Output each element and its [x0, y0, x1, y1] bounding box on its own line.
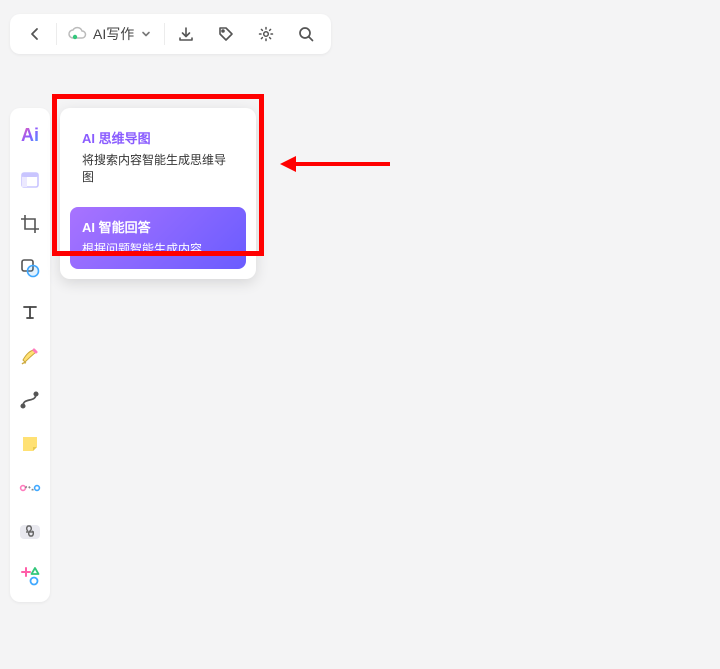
chevron-down-icon: [140, 28, 152, 40]
shape-tool[interactable]: [13, 248, 47, 288]
ai-mindmap-card[interactable]: AI 思维导图 将搜索内容智能生成思维导图: [70, 118, 246, 197]
annotation-arrow-icon: [280, 154, 390, 174]
curve-tool[interactable]: [13, 380, 47, 420]
sticky-note-icon: [19, 433, 41, 455]
frame-tool[interactable]: [13, 160, 47, 200]
connector-icon: [18, 478, 42, 498]
ai-panel: AI 思维导图 将搜索内容智能生成思维导图 AI 智能回答 根据问题智能生成内容: [60, 108, 256, 279]
cloud-sync-icon: [67, 26, 87, 42]
ai-write-label: AI写作: [93, 24, 134, 44]
more-shapes-tool[interactable]: [13, 556, 47, 596]
ai-mindmap-desc: 将搜索内容智能生成思维导图: [82, 151, 234, 185]
connector-tool[interactable]: [13, 468, 47, 508]
crop-tool[interactable]: [13, 204, 47, 244]
tag-button[interactable]: [207, 15, 245, 53]
pen-icon: [19, 345, 41, 367]
note-tool[interactable]: [13, 424, 47, 464]
ai-mindmap-title: AI 思维导图: [82, 128, 234, 147]
tool-sidebar: Ai: [10, 108, 50, 602]
gear-icon: [257, 25, 275, 43]
shape-combine-icon: [19, 257, 41, 279]
toolbar-divider: [164, 23, 165, 45]
back-icon: [27, 26, 43, 42]
back-button[interactable]: [16, 15, 54, 53]
search-button[interactable]: [287, 15, 325, 53]
ai-icon: Ai: [21, 125, 39, 146]
ai-tool[interactable]: Ai: [13, 114, 47, 156]
search-icon: [297, 25, 315, 43]
ai-answer-title: AI 智能回答: [82, 217, 234, 236]
ai-answer-card[interactable]: AI 智能回答 根据问题智能生成内容: [70, 207, 246, 269]
download-icon: [177, 25, 195, 43]
pen-tool[interactable]: [13, 336, 47, 376]
text-icon: [20, 302, 40, 322]
ai-answer-desc: 根据问题智能生成内容: [82, 240, 234, 257]
ai-write-dropdown[interactable]: AI写作: [59, 15, 162, 53]
top-toolbar: AI写作: [10, 14, 331, 54]
settings-button[interactable]: [247, 15, 285, 53]
more-shapes-icon: [19, 565, 41, 587]
crop-icon: [19, 213, 41, 235]
link-icon: [18, 523, 42, 541]
link-tool[interactable]: [13, 512, 47, 552]
toolbar-divider: [56, 23, 57, 45]
frame-icon: [19, 169, 41, 191]
text-tool[interactable]: [13, 292, 47, 332]
download-button[interactable]: [167, 15, 205, 53]
curve-icon: [19, 389, 41, 411]
tag-icon: [217, 25, 235, 43]
